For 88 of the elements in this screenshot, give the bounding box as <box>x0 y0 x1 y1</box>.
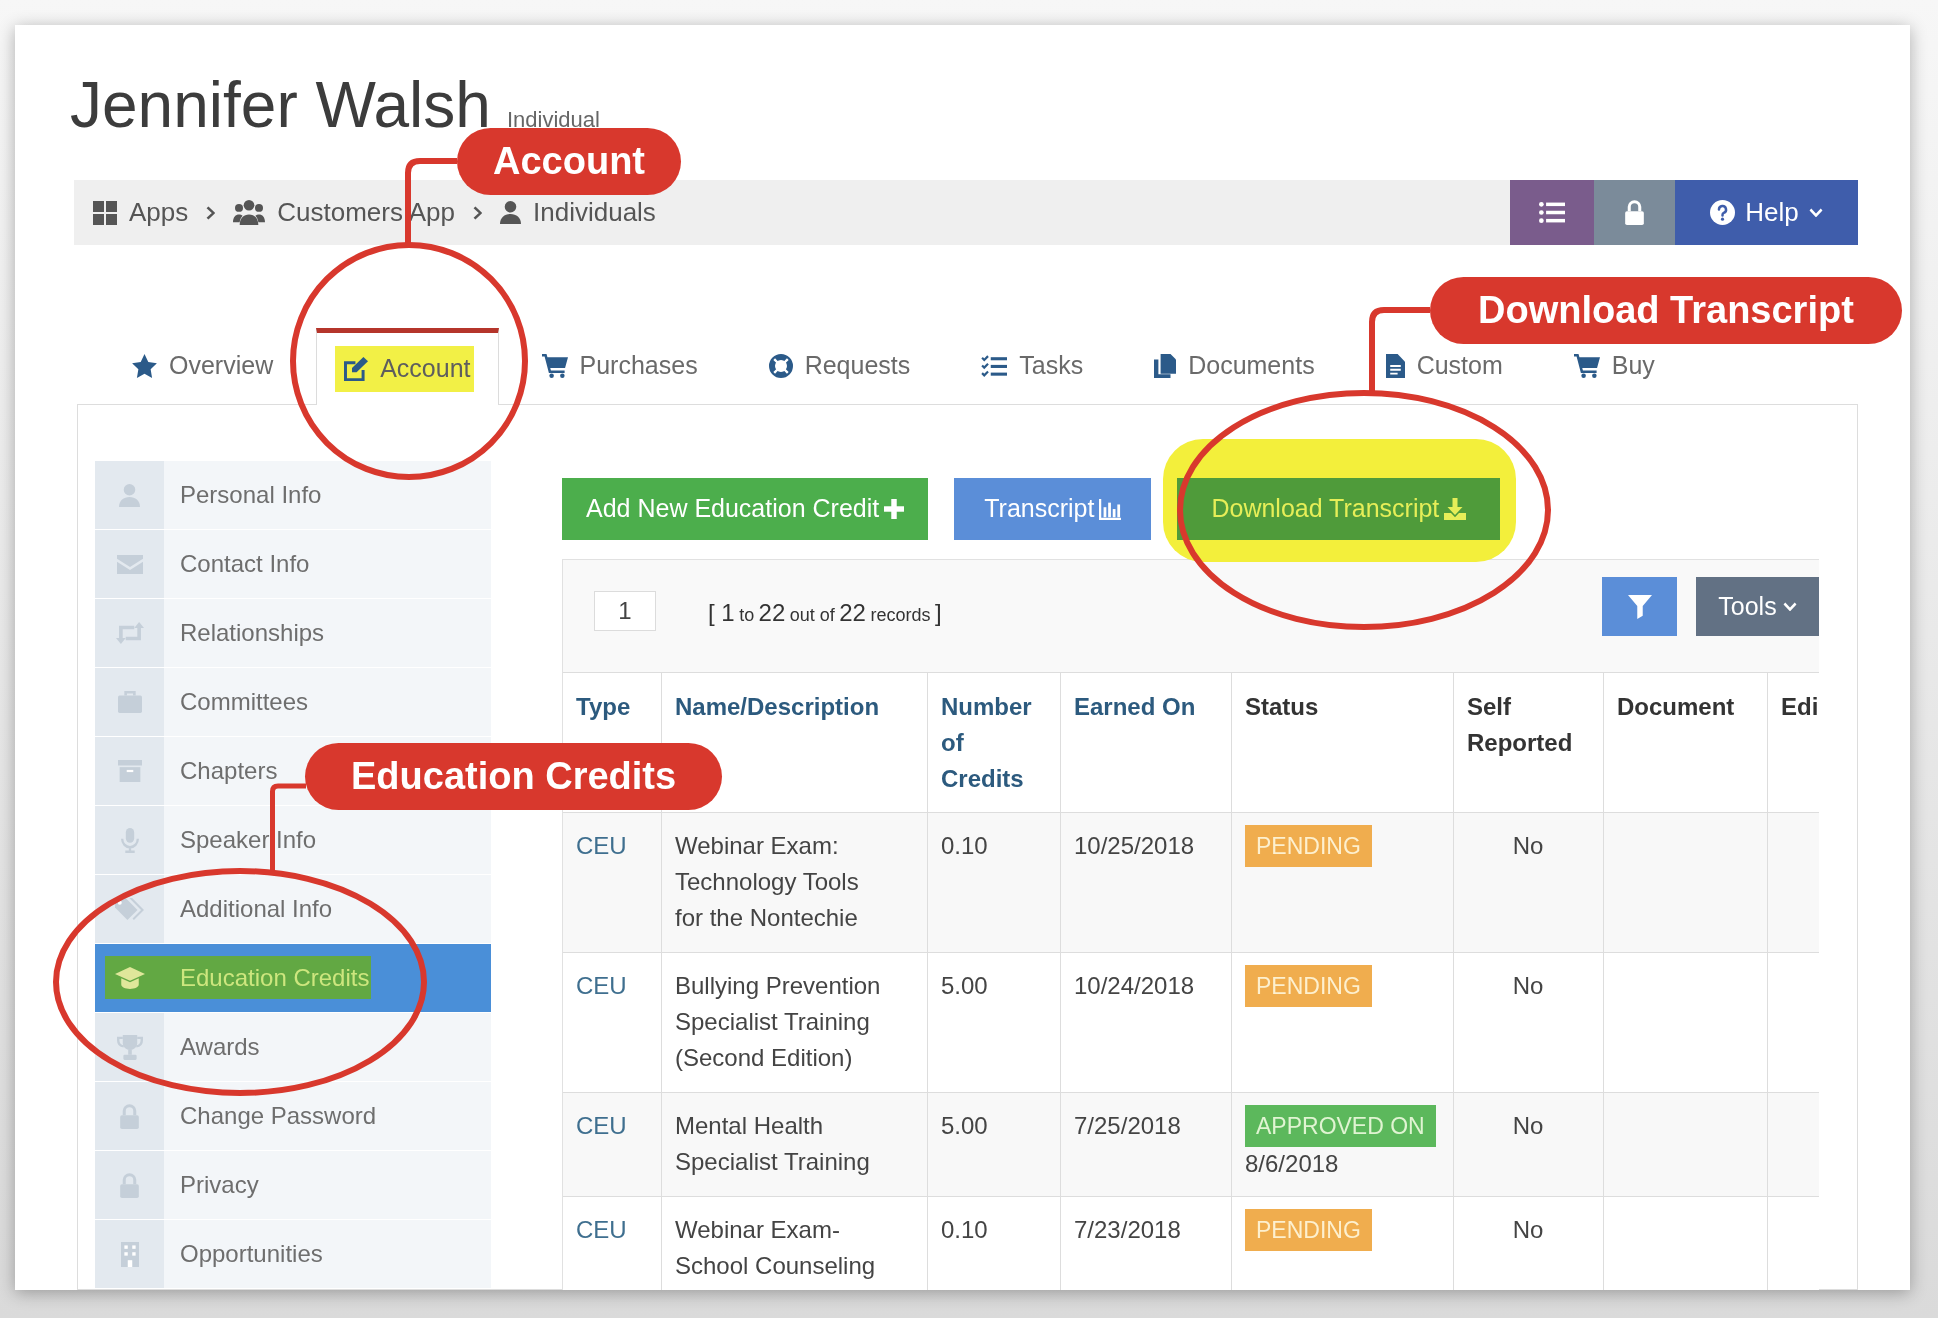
table-cell: No <box>1453 1197 1603 1290</box>
users-icon <box>233 200 266 225</box>
chevron-right-icon <box>206 205 216 220</box>
download-icon <box>1444 498 1467 520</box>
breadcrumb-link[interactable]: Individuals <box>500 193 656 232</box>
filter-button[interactable] <box>1602 577 1677 636</box>
documents-icon <box>1154 354 1177 378</box>
callout-tooltip: Education Credits <box>305 743 723 810</box>
column-header[interactable]: Earned On <box>1074 689 1217 725</box>
graduation-cap-icon <box>114 967 145 989</box>
lock-icon <box>1624 200 1645 225</box>
status-badge: PENDING <box>1245 965 1372 1007</box>
column-header: Status <box>1245 692 1320 722</box>
chevron-down-icon <box>1782 602 1797 611</box>
edit-icon <box>344 357 369 381</box>
cart-icon <box>1573 354 1600 378</box>
user-icon <box>119 483 140 507</box>
microphone-icon <box>120 827 139 853</box>
lock-button[interactable] <box>1594 180 1675 245</box>
table-cell: Webinar Exam- School Counseling <box>661 1197 927 1290</box>
file-icon <box>1385 354 1405 378</box>
add-credit-button[interactable]: Add New Education Credit <box>562 478 929 540</box>
filter-icon <box>1627 594 1652 619</box>
lifebuoy-icon <box>768 354 793 378</box>
sidebar-item[interactable]: Privacy <box>95 1151 491 1220</box>
column-header[interactable]: Type <box>576 689 647 725</box>
sidebar-item[interactable]: Change Password <box>95 1082 491 1151</box>
sidebar-item[interactable]: Committees <box>95 668 491 737</box>
column-header[interactable]: Name/Description <box>675 689 913 725</box>
tab[interactable]: Buy <box>1545 341 1683 391</box>
sidebar-item[interactable]: Additional Info <box>95 875 491 944</box>
table-cell-text: CEU <box>575 971 628 1001</box>
tab[interactable]: Requests <box>740 341 939 391</box>
building-icon <box>120 1241 139 1267</box>
bar-chart-icon <box>1099 498 1122 520</box>
column-header: Self Reported <box>1467 692 1574 758</box>
plus-icon <box>884 499 905 519</box>
table-cell-text: CEU <box>575 1215 628 1245</box>
column-header: Edi <box>1781 692 1820 722</box>
list-icon <box>1539 202 1565 223</box>
arrows-icon <box>115 622 144 644</box>
transcript-button[interactable]: Transcript <box>954 478 1152 540</box>
sidebar-item[interactable]: Contact Info <box>95 530 491 599</box>
tools-button[interactable]: Tools <box>1696 577 1819 636</box>
chevron-right-icon <box>473 205 482 220</box>
column-header[interactable]: Number of Credits <box>941 689 1046 797</box>
status-badge: PENDING <box>1245 825 1372 867</box>
sidebar-item[interactable]: Speaker Info <box>95 806 491 875</box>
user-icon <box>500 201 521 224</box>
briefcase-icon <box>117 691 142 713</box>
tab[interactable]: Purchases <box>513 341 726 391</box>
callout-tooltip: Account <box>457 128 681 195</box>
help-icon <box>1710 200 1736 225</box>
grid-icon <box>93 200 117 225</box>
checklist-icon <box>981 355 1008 377</box>
table-cell: 0.10 <box>927 1197 1060 1290</box>
callout-tooltip: Download Transcript <box>1430 277 1902 344</box>
cart-icon <box>541 354 568 378</box>
tab[interactable]: Tasks <box>953 341 1112 391</box>
status-badge: APPROVED ON <box>1245 1105 1436 1147</box>
download-transcript-button[interactable]: Download Transcript <box>1177 478 1501 540</box>
sidebar-item[interactable]: Relationships <box>95 599 491 668</box>
tab[interactable]: Overview <box>104 341 302 391</box>
tab[interactable]: Account <box>316 328 499 405</box>
lock-icon <box>119 1172 140 1198</box>
page-field[interactable]: 1 <box>594 591 656 631</box>
sidebar-item[interactable]: Opportunities <box>95 1220 491 1289</box>
help-button[interactable]: Help <box>1675 180 1858 245</box>
chevron-down-icon <box>1808 208 1823 217</box>
sidebar-item[interactable]: Personal Info <box>95 461 491 530</box>
sidebar-item[interactable]: Awards <box>95 1013 491 1082</box>
record-count: [ 1 to 22 out of 22 records ] <box>708 598 942 628</box>
star-icon <box>132 354 157 378</box>
tab[interactable]: Documents <box>1126 341 1343 391</box>
table-cell-text: CEU <box>575 1111 628 1141</box>
envelope-icon <box>116 554 143 574</box>
breadcrumb-link[interactable]: Apps <box>93 193 189 232</box>
lock-icon <box>119 1103 140 1129</box>
table-cell-text: CEU <box>575 831 628 861</box>
approval-date: 8/6/2018 <box>1245 1149 1339 1179</box>
table-cell: 7/23/2018 <box>1060 1197 1231 1290</box>
tags-icon <box>115 898 144 920</box>
status-badge: PENDING <box>1245 1209 1372 1251</box>
trophy-icon <box>116 1034 143 1060</box>
breadcrumb-link[interactable]: Customers App <box>233 193 455 232</box>
list-button[interactable] <box>1510 180 1594 245</box>
column-header: Document <box>1617 692 1736 722</box>
archive-icon <box>117 760 142 782</box>
